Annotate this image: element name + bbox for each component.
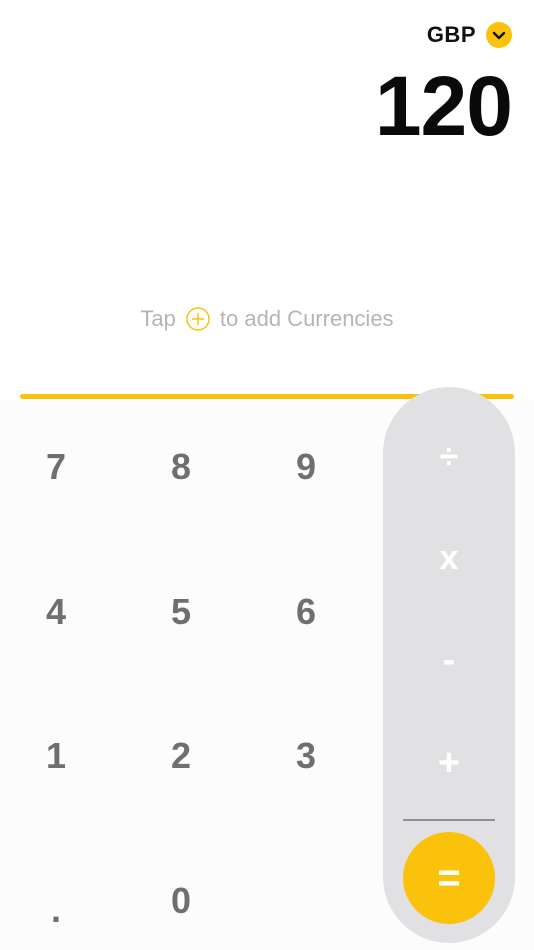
key-3[interactable]: 3 xyxy=(251,716,361,796)
currency-selector[interactable]: GBP xyxy=(427,22,512,48)
amount-display: 120 xyxy=(374,59,513,153)
key-2[interactable]: 2 xyxy=(126,716,236,796)
key-7[interactable]: 7 xyxy=(1,427,111,507)
currency-code-label: GBP xyxy=(426,22,476,47)
key-5[interactable]: 5 xyxy=(126,572,236,652)
key-8[interactable]: 8 xyxy=(126,427,236,507)
key-0[interactable]: 0 xyxy=(126,861,236,941)
hint-suffix: to add Currencies xyxy=(219,306,394,331)
add-currency-hint: Tap to add Currencies xyxy=(0,306,534,332)
key-4[interactable]: 4 xyxy=(1,572,111,652)
operator-divider xyxy=(403,819,495,821)
multiply-button[interactable]: x xyxy=(383,523,515,593)
subtract-button[interactable]: - xyxy=(383,625,515,695)
plus-circle-icon[interactable] xyxy=(186,307,210,331)
key-decimal[interactable]: . xyxy=(1,870,111,950)
key-1[interactable]: 1 xyxy=(1,716,111,796)
key-6[interactable]: 6 xyxy=(251,572,361,652)
hint-prefix: Tap xyxy=(140,306,176,331)
chevron-down-icon[interactable] xyxy=(486,22,512,48)
add-button[interactable]: + xyxy=(383,728,515,798)
equals-button[interactable]: = xyxy=(403,832,495,924)
key-9[interactable]: 9 xyxy=(251,427,361,507)
divide-button[interactable]: ÷ xyxy=(383,422,515,492)
